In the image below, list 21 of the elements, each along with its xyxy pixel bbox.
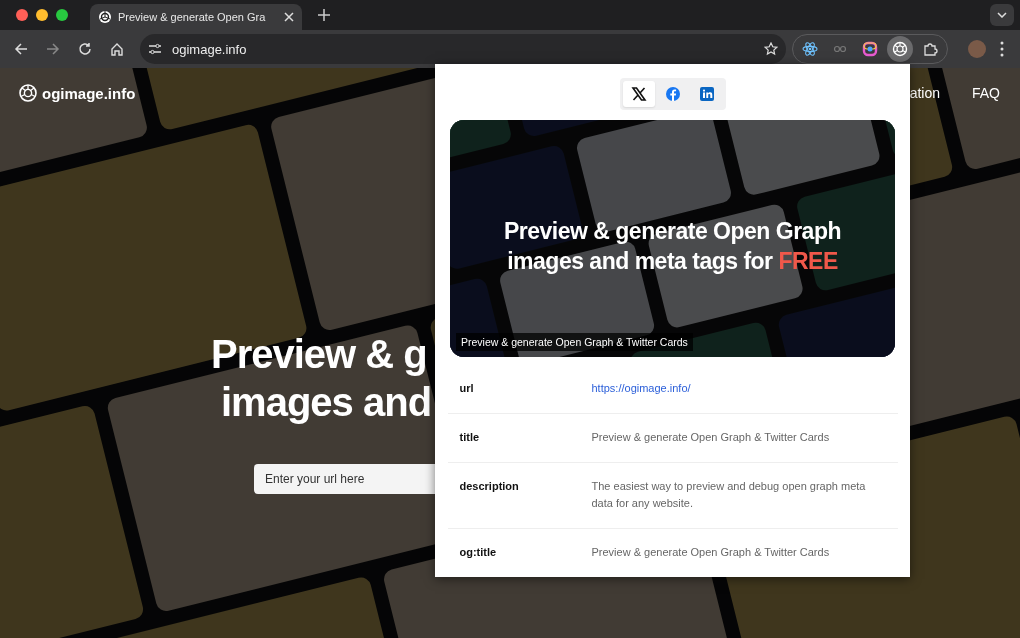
site-settings-icon[interactable]	[148, 42, 162, 56]
chevron-down-icon[interactable]	[997, 12, 1007, 18]
browser-tab[interactable]: Preview & generate Open Gra	[90, 4, 302, 30]
star-icon[interactable]	[764, 42, 778, 56]
tab-search-button[interactable]	[990, 4, 1014, 26]
window-control-button[interactable]	[56, 9, 68, 21]
window-control-button[interactable]	[16, 9, 28, 21]
aperture-extension-button[interactable]	[887, 36, 913, 62]
back-arrow-icon[interactable]	[14, 42, 28, 56]
window-control-button[interactable]	[36, 9, 48, 21]
address-bar[interactable]: ogimage.info	[140, 34, 786, 64]
close-icon[interactable]	[284, 12, 294, 22]
forward-arrow-icon[interactable]	[46, 42, 60, 56]
puzzle-icon[interactable]	[922, 41, 938, 57]
aperture-icon[interactable]	[892, 41, 908, 57]
reload-icon[interactable]	[78, 42, 92, 56]
plus-icon[interactable]	[318, 9, 330, 21]
aperture-icon	[98, 10, 112, 24]
ring-icon[interactable]	[862, 41, 878, 57]
atom-icon[interactable]	[802, 41, 818, 57]
home-icon[interactable]	[110, 42, 124, 56]
